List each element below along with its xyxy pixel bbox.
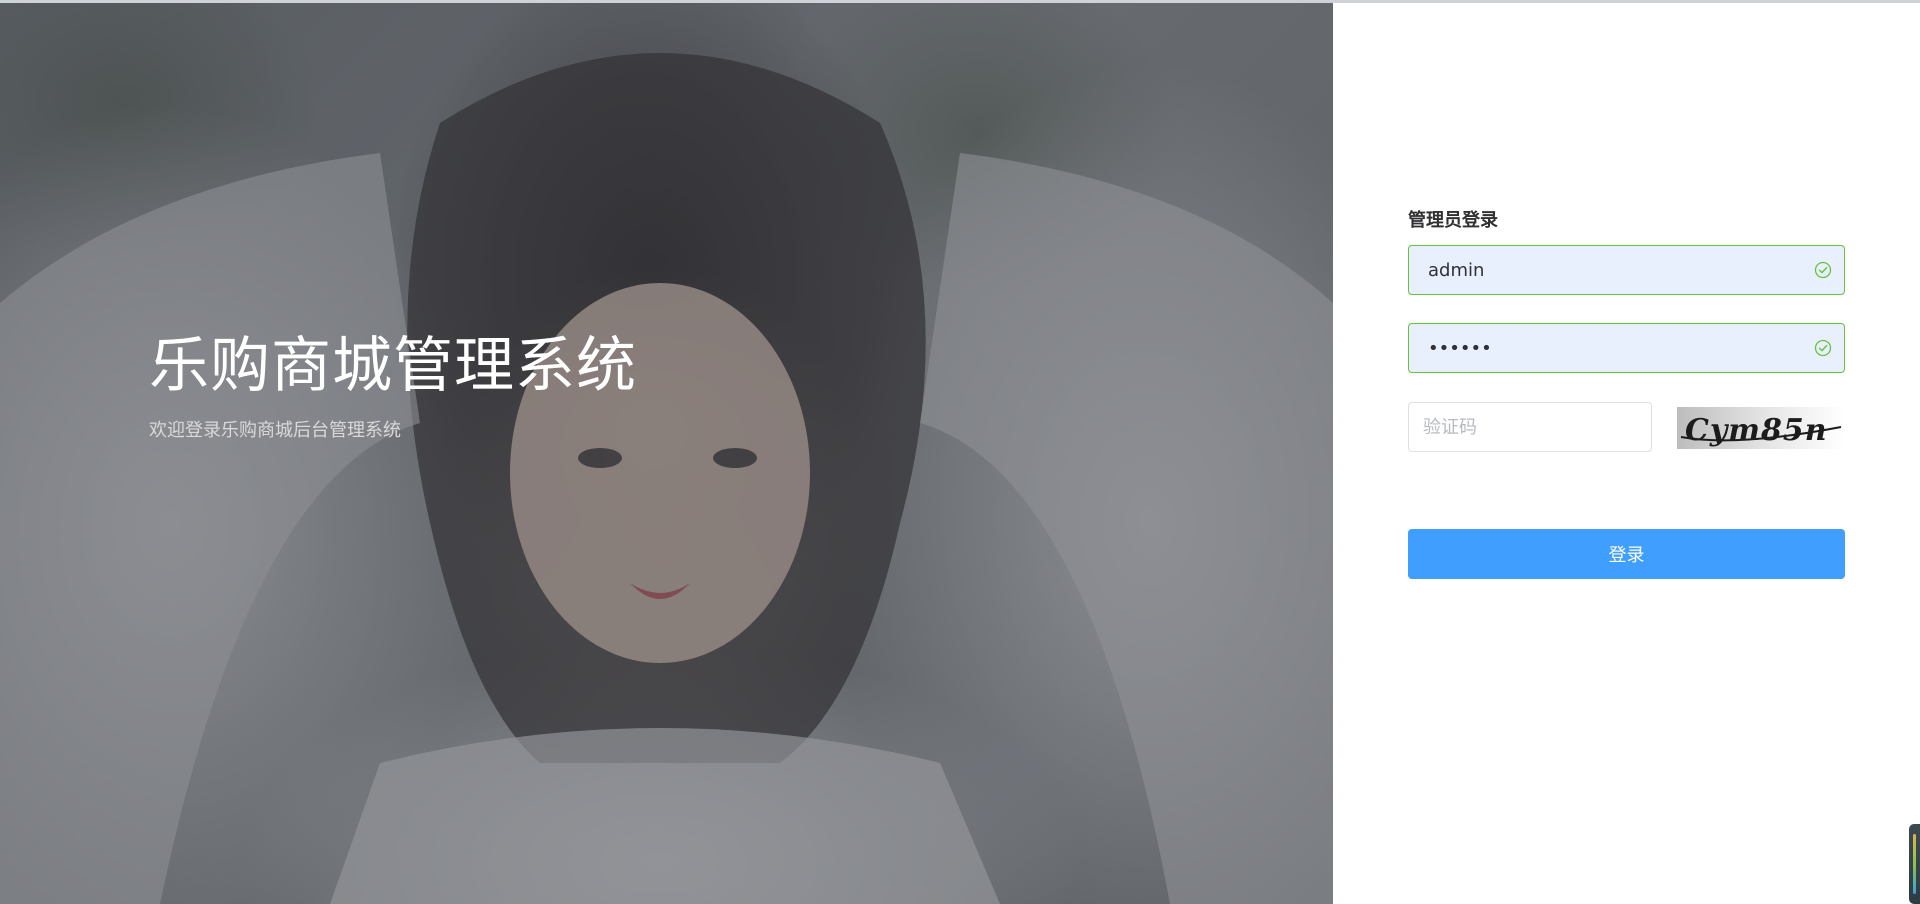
- captcha-field: [1408, 402, 1652, 452]
- captcha-text: Cym85n: [1685, 413, 1828, 448]
- password-field: [1408, 323, 1845, 373]
- captcha-row: Cym85n: [1408, 402, 1845, 452]
- system-subtitle: 欢迎登录乐购商城后台管理系统: [149, 420, 401, 441]
- floating-side-widget[interactable]: [1909, 824, 1920, 904]
- login-panel: 管理员登录 Cym85n: [1408, 207, 1845, 579]
- login-button[interactable]: 登录: [1408, 529, 1845, 579]
- username-input[interactable]: [1409, 246, 1844, 294]
- login-heading: 管理员登录: [1408, 210, 1498, 231]
- circle-check-icon: [1814, 339, 1832, 357]
- system-title: 乐购商城管理系统: [149, 331, 637, 401]
- hero-dim-overlay: [0, 3, 1333, 904]
- username-field: [1408, 245, 1845, 295]
- circle-check-icon: [1814, 261, 1832, 279]
- top-border: [0, 0, 1920, 3]
- captcha-input[interactable]: [1409, 403, 1651, 451]
- password-input[interactable]: [1409, 324, 1844, 372]
- hero-background: 乐购商城管理系统 欢迎登录乐购商城后台管理系统: [0, 3, 1333, 904]
- captcha-image[interactable]: Cym85n: [1677, 407, 1844, 449]
